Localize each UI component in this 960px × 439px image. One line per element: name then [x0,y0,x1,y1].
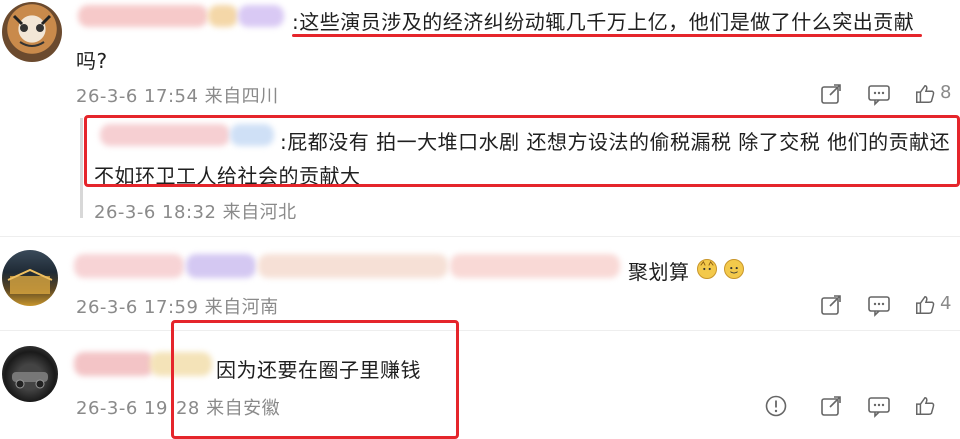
report-icon[interactable] [764,394,788,418]
comment-date: 26-3-6 [76,297,138,318]
comment-text: :这些演员涉及的经济纠纷动辄几千万上亿，他们是做了什么突出贡献 [292,10,915,34]
cat-emoji-icon [697,259,717,279]
highlight-box [171,320,459,439]
comment-icon[interactable] [866,293,892,317]
comment-date: 26-3-6 [76,398,138,419]
like-icon[interactable] [914,82,936,106]
comment-icon[interactable] [866,394,892,418]
reply-quote-bar [80,118,83,218]
face-emoji-icon [724,259,744,279]
avatar[interactable] [2,250,58,306]
like-icon[interactable] [914,394,936,418]
reply-meta: 26-3-6 18:32 来自河北 [94,198,297,224]
comment-meta: 26-3-6 19 28 来自安徽 [76,394,280,420]
avatar[interactable] [2,346,58,402]
blurred-username[interactable] [74,254,184,278]
share-icon[interactable] [818,394,844,418]
blurred-badge [238,5,284,27]
comment-icon[interactable] [866,82,892,106]
blurred-badge [186,254,256,278]
reply-location: 来自河北 [222,202,297,223]
comment-location: 来自河南 [204,297,279,318]
blurred-text [450,254,620,278]
comment-time: 17:54 [144,86,199,107]
comment-location: 来自四川 [204,86,279,107]
car-avatar-icon [12,372,48,389]
comment-location: 来自安徽 [206,398,281,419]
divider [0,330,960,331]
divider [0,236,960,237]
comment-text: 聚划算 [628,260,690,284]
share-icon[interactable] [818,82,844,106]
like-count: 4 [940,293,952,314]
like-count: 8 [940,82,952,103]
highlight-underline [292,34,922,37]
comment-time-minute: 28 [175,398,200,419]
reply-date: 26-3-6 [94,202,156,223]
comment-date: 26-3-6 [76,86,138,107]
comment-meta: 26-3-6 17:54 来自四川 [76,82,279,108]
blurred-username[interactable] [74,352,154,376]
like-icon[interactable] [914,293,936,317]
highlight-box [84,115,960,187]
comment-time-hour: 19 [144,398,168,419]
reply-time: 18:32 [162,202,217,223]
comment-text-continued: 吗? [76,49,108,73]
share-icon[interactable] [818,293,844,317]
blurred-username[interactable] [78,5,208,27]
blurred-text [258,254,448,278]
night-city-avatar-icon [7,268,53,294]
tiger-avatar-icon [12,14,52,47]
comment-time: 17:59 [144,297,199,318]
comment-meta: 26-3-6 17:59 来自河南 [76,293,279,319]
blurred-username [208,5,238,27]
avatar[interactable] [2,2,62,62]
